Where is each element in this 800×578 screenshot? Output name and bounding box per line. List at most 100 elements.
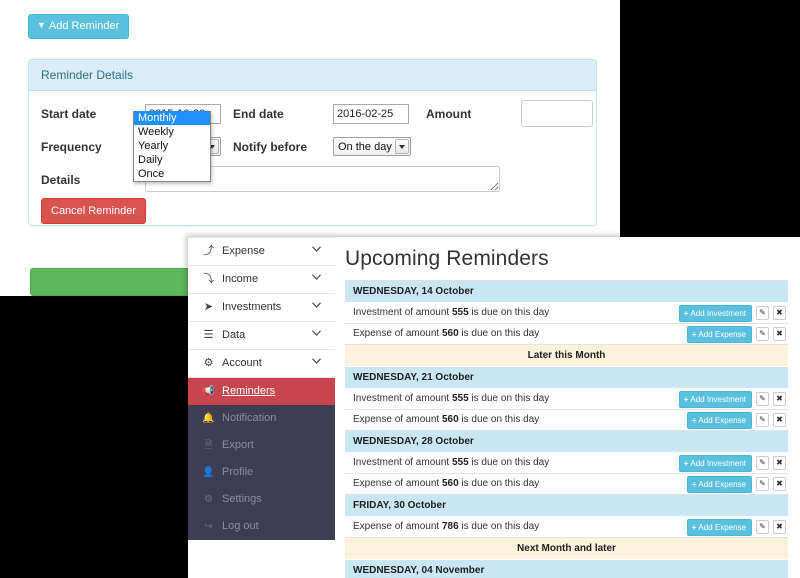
- reminder-amount: 555: [451, 393, 469, 404]
- add-transaction-button[interactable]: + Add Investment: [678, 390, 752, 408]
- close-icon[interactable]: ✖: [773, 520, 786, 534]
- sidebar-item-profile[interactable]: 👤 Profile: [188, 459, 335, 486]
- sidebar-group-data[interactable]: ☰ Data: [188, 322, 335, 350]
- sidebar-group-account[interactable]: ⚙ Account: [188, 350, 335, 378]
- plus-icon: +: [683, 458, 689, 468]
- sidebar-item-settings[interactable]: ⚙ Settings: [188, 486, 335, 513]
- close-icon[interactable]: ✖: [773, 477, 786, 491]
- reminders-date-heading: WEDNESDAY, 21 October: [345, 367, 788, 389]
- add-transaction-label: Add Investment: [690, 308, 746, 318]
- sidebar-group-label: Investments: [222, 301, 282, 313]
- sidebar-nav-groups: ⤴ Expense ⤵ Income ➤ Investments ☰ Data ⚙ Account: [188, 237, 335, 378]
- edit-icon[interactable]: ✎: [756, 520, 769, 534]
- close-icon[interactable]: ✖: [773, 306, 786, 320]
- edit-icon[interactable]: ✎: [756, 477, 769, 491]
- sidebar-item-label: Export: [222, 439, 254, 451]
- sidebar: ⤴ Expense ⤵ Income ➤ Investments ☰ Data ⚙ Account…: [188, 237, 335, 578]
- sidebar-item-label: Log out: [222, 520, 259, 532]
- reminder-amount: 786: [441, 521, 459, 532]
- sidebar-group-label: Expense: [222, 245, 265, 257]
- reminder-row-text: Expense of amount 786 is due on this day: [353, 521, 540, 532]
- cancel-reminder-button[interactable]: Cancel Reminder: [41, 198, 146, 225]
- edit-icon[interactable]: ✎: [756, 327, 769, 341]
- reminder-row-text: Expense of amount 560 is due on this day: [353, 414, 540, 425]
- form-row-details: Details: [41, 166, 584, 195]
- chevron-down-icon: ▼: [37, 20, 46, 30]
- sidebar-item-log-out[interactable]: ↪ Log out: [188, 513, 335, 540]
- reminder-row-text: Investment of amount 555 is due on this …: [353, 307, 550, 318]
- sidebar-group-expense[interactable]: ⤴ Expense: [188, 237, 335, 266]
- edit-icon[interactable]: ✎: [756, 392, 769, 406]
- sidebar-item-export[interactable]: 🗎 Export: [188, 432, 335, 459]
- reminder-row-actions: + Add Expense ✎ ✖: [686, 475, 786, 493]
- reminder-row-actions: + Add Investment ✎ ✖: [678, 390, 786, 408]
- frequency-option-2[interactable]: Yearly: [134, 139, 210, 153]
- sidebar-item-notification[interactable]: 🔔 Notification: [188, 405, 335, 432]
- reminders-date-heading: WEDNESDAY, 28 October: [345, 431, 788, 453]
- sidebar-item-label: Settings: [222, 493, 262, 505]
- sidebar-item-label: Notification: [222, 412, 277, 424]
- reminder-amount: 555: [451, 457, 469, 468]
- sidebar-group-investments[interactable]: ➤ Investments: [188, 294, 335, 322]
- reminder-row-actions: + Add Expense ✎ ✖: [686, 325, 786, 343]
- frequency-dropdown-options[interactable]: Monthly Weekly Yearly Daily Once: [133, 111, 211, 182]
- sidebar-group-label: Income: [222, 273, 259, 285]
- edit-icon[interactable]: ✎: [756, 413, 769, 427]
- form-row-dates: Start date End date Amount: [41, 100, 593, 129]
- frequency-option-4[interactable]: Once: [134, 167, 210, 181]
- frequency-option-1[interactable]: Weekly: [134, 125, 210, 139]
- add-transaction-button[interactable]: + Add Investment: [678, 454, 752, 472]
- reminder-row-text: Investment of amount 555 is due on this …: [353, 457, 550, 468]
- investments-icon: ➤: [203, 301, 214, 313]
- reminder-details-panel: Reminder Details Start date End date Amo…: [28, 59, 597, 226]
- add-transaction-label: Add Expense: [698, 479, 746, 489]
- close-icon[interactable]: ✖: [773, 456, 786, 470]
- income-icon: ⤵: [203, 273, 214, 285]
- panel-body: Start date End date Amount Frequency Mon…: [29, 91, 596, 225]
- add-transaction-label: Add Expense: [698, 522, 746, 532]
- add-transaction-button[interactable]: + Add Expense: [686, 411, 752, 429]
- reminder-row: Investment of amount 555 is due on this …: [345, 303, 788, 324]
- plus-icon: +: [691, 522, 697, 532]
- sidebar-item-reminders[interactable]: 📢 Reminders: [188, 378, 335, 405]
- sidebar-group-label: Data: [222, 329, 246, 341]
- close-icon[interactable]: ✖: [773, 413, 786, 427]
- frequency-label: Frequency: [41, 140, 102, 154]
- notify-selected-value: On the day: [338, 141, 392, 153]
- logout-icon: ↪: [204, 521, 213, 532]
- notify-before-label: Notify before: [233, 140, 308, 154]
- close-icon[interactable]: ✖: [773, 327, 786, 341]
- amount-input[interactable]: [521, 100, 593, 127]
- end-date-input[interactable]: [333, 104, 409, 124]
- sidebar-group-income[interactable]: ⤵ Income: [188, 266, 335, 294]
- reminder-row: Expense of amount 560 is due on this day…: [345, 324, 788, 345]
- data-icon: ☰: [203, 329, 214, 341]
- panel-title: Reminder Details: [29, 60, 596, 91]
- reminder-row-actions: + Add Expense ✎ ✖: [686, 518, 786, 536]
- add-transaction-button[interactable]: + Add Expense: [686, 518, 752, 536]
- frequency-option-3[interactable]: Daily: [134, 153, 210, 167]
- details-label: Details: [41, 173, 81, 187]
- reminder-row-actions: + Add Investment ✎ ✖: [678, 454, 786, 472]
- plus-icon: +: [691, 479, 697, 489]
- edit-icon[interactable]: ✎: [756, 306, 769, 320]
- export-file-icon: 🗎: [204, 440, 213, 451]
- edit-icon[interactable]: ✎: [756, 456, 769, 470]
- reminders-date-heading: WEDNESDAY, 14 October: [345, 281, 788, 303]
- chevron-down-icon: [395, 139, 409, 154]
- add-transaction-label: Add Investment: [690, 394, 746, 404]
- add-reminder-button[interactable]: ▼ Add Reminder: [28, 14, 130, 40]
- add-transaction-button[interactable]: + Add Expense: [686, 475, 752, 493]
- reminders-section-heading: Next Month and later: [345, 538, 788, 560]
- notify-before-select[interactable]: On the day: [333, 137, 411, 156]
- end-date-label: End date: [233, 107, 284, 121]
- plus-icon: +: [683, 308, 689, 318]
- close-icon[interactable]: ✖: [773, 392, 786, 406]
- chevron-down-icon: [312, 246, 321, 252]
- frequency-option-0[interactable]: Monthly: [134, 111, 210, 125]
- add-transaction-button[interactable]: + Add Investment: [678, 304, 752, 322]
- reminder-row: Expense of amount 560 is due on this day…: [345, 474, 788, 495]
- add-transaction-button[interactable]: + Add Expense: [686, 325, 752, 343]
- reminder-amount: 555: [451, 307, 469, 318]
- form-row-frequency: Frequency Monthly Notify before On the d…: [41, 136, 584, 162]
